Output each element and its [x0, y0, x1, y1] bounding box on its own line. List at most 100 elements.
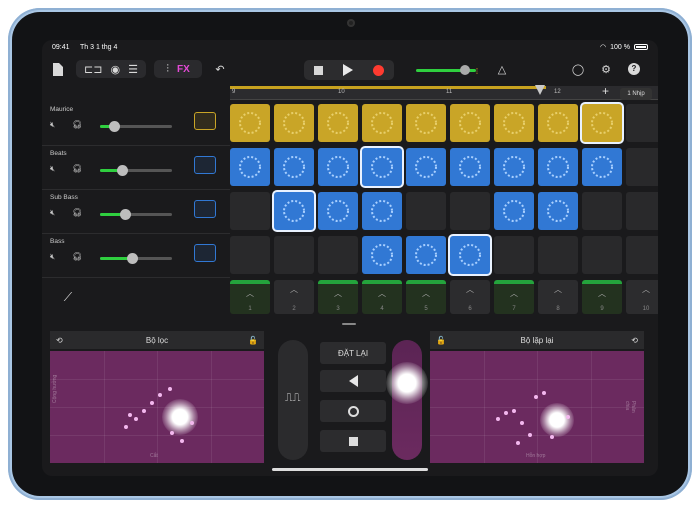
metronome-icon[interactable]: △	[494, 60, 510, 78]
column-trigger[interactable]: ︿ 4	[362, 280, 402, 314]
loop-cell[interactable]	[538, 192, 578, 230]
loop-cell[interactable]	[274, 148, 314, 186]
loop-cell[interactable]	[318, 104, 358, 142]
loop-cell[interactable]	[362, 104, 402, 142]
lock-icon[interactable]: 🔓	[436, 336, 446, 345]
track-header[interactable]: Sub Bass 🔇︎ 🎧︎	[42, 190, 230, 234]
column-trigger[interactable]: ︿ 1	[230, 280, 270, 314]
loop-cell[interactable]	[626, 104, 658, 142]
mute-icon[interactable]: 🔇︎	[50, 252, 55, 262]
loop-cell[interactable]	[450, 192, 490, 230]
mixer-icon[interactable]: ⫶	[166, 63, 169, 76]
lock-icon[interactable]: 🔓	[248, 336, 258, 345]
loop-cell[interactable]	[626, 148, 658, 186]
loop-cell[interactable]	[230, 104, 270, 142]
loop-cell[interactable]	[362, 192, 402, 230]
loop-cell[interactable]	[538, 104, 578, 142]
loop-cell[interactable]	[494, 236, 534, 274]
record-button[interactable]	[373, 64, 384, 76]
reverse-button[interactable]	[320, 370, 386, 392]
instrument-icon[interactable]	[194, 244, 216, 262]
loop-cell[interactable]	[450, 104, 490, 142]
loop-cell[interactable]	[274, 236, 314, 274]
loop-cell[interactable]	[626, 192, 658, 230]
loop-cell[interactable]	[230, 192, 270, 230]
loop-cell[interactable]	[538, 148, 578, 186]
stop-fx-button[interactable]	[320, 430, 386, 452]
loop-cell[interactable]	[582, 104, 622, 142]
column-trigger[interactable]: ︿ 7	[494, 280, 534, 314]
solo-headphones-icon[interactable]: 🎧︎	[72, 208, 82, 217]
track-header[interactable]: Bass 🔇︎ 🎧︎	[42, 234, 230, 278]
loop-cell[interactable]	[318, 192, 358, 230]
fx-button[interactable]: FX	[177, 64, 190, 75]
loop-cell[interactable]	[406, 236, 446, 274]
column-trigger[interactable]: ︿ 3	[318, 280, 358, 314]
loop-cell[interactable]	[494, 192, 534, 230]
downsampler-strip[interactable]	[386, 340, 428, 460]
loop-cell[interactable]	[362, 148, 402, 186]
loop-cell[interactable]	[582, 192, 622, 230]
track-volume-slider[interactable]	[100, 121, 172, 132]
instrument-icon[interactable]	[194, 112, 216, 130]
column-trigger[interactable]: ︿ 2	[274, 280, 314, 314]
live-loops-icon[interactable]: ☰	[128, 63, 138, 76]
reset-button[interactable]: ĐẶT LẠI	[320, 342, 386, 364]
mute-icon[interactable]: 🔇︎	[50, 164, 55, 174]
loop-cell[interactable]	[230, 236, 270, 274]
loop-cell[interactable]	[538, 236, 578, 274]
instrument-icon[interactable]	[194, 200, 216, 218]
cycle-region[interactable]	[230, 86, 546, 89]
track-volume-slider[interactable]	[100, 165, 172, 176]
loop-cell[interactable]	[274, 192, 314, 230]
loop-cell[interactable]	[450, 148, 490, 186]
scratch-button[interactable]	[320, 400, 386, 422]
track-header[interactable]: Beats 🔇︎ 🎧︎	[42, 146, 230, 190]
loop-cell[interactable]	[494, 104, 534, 142]
mute-icon[interactable]: 🔇︎	[50, 120, 55, 130]
solo-headphones-icon[interactable]: 🎧︎	[72, 120, 82, 129]
loop-cell[interactable]	[230, 148, 270, 186]
loop-cell[interactable]	[318, 236, 358, 274]
record-fx-icon[interactable]: ⟲	[56, 336, 63, 345]
column-trigger[interactable]: ︿ 6	[450, 280, 490, 314]
gate-strip[interactable]: ⎍⎍	[278, 340, 308, 460]
loop-browser-icon[interactable]: ◯	[570, 60, 586, 78]
loop-cell[interactable]	[582, 236, 622, 274]
loop-cell[interactable]	[626, 236, 658, 274]
mute-icon[interactable]: 🔇︎	[50, 208, 55, 218]
column-trigger[interactable]: ︿ 5	[406, 280, 446, 314]
section-length[interactable]: 1 Nhịp	[620, 88, 652, 100]
stop-button[interactable]	[314, 65, 323, 75]
play-button[interactable]	[343, 64, 353, 76]
loop-cell[interactable]	[274, 104, 314, 142]
repeater-xy-pad[interactable]: Phân chia Hỗn hợp	[430, 351, 644, 463]
solo-headphones-icon[interactable]: 🎧︎	[72, 252, 82, 261]
loop-cell[interactable]	[450, 236, 490, 274]
record-fx-icon[interactable]: ⟲	[631, 336, 638, 345]
playhead[interactable]	[535, 85, 545, 95]
my-songs-icon[interactable]	[50, 60, 66, 78]
solo-headphones-icon[interactable]: 🎧︎	[72, 164, 82, 173]
track-volume-slider[interactable]	[100, 209, 172, 220]
master-volume-knob[interactable]	[460, 65, 470, 75]
column-trigger[interactable]: ︿ 10	[626, 280, 658, 314]
loop-cell[interactable]	[406, 148, 446, 186]
loop-cell[interactable]	[406, 104, 446, 142]
track-volume-slider[interactable]	[100, 253, 172, 264]
track-header[interactable]: Maurice 🔇︎ 🎧︎	[42, 102, 230, 146]
loop-cell[interactable]	[318, 148, 358, 186]
column-trigger[interactable]: ︿ 9	[582, 280, 622, 314]
undo-icon[interactable]: ↶	[212, 60, 228, 78]
loop-cell[interactable]	[582, 148, 622, 186]
settings-icon[interactable]: ⚙	[598, 60, 614, 78]
add-section-button[interactable]: +	[602, 84, 609, 98]
filter-xy-pad[interactable]: Cộng hưởng Cắt	[50, 351, 264, 463]
tracks-view-icon[interactable]: ◉	[110, 63, 120, 76]
panel-resize-handle[interactable]	[342, 323, 356, 325]
loop-cell[interactable]	[362, 236, 402, 274]
instrument-icon[interactable]	[194, 156, 216, 174]
stop-cells-icon[interactable]: ⟋	[60, 288, 76, 306]
loop-cell[interactable]	[494, 148, 534, 186]
column-trigger[interactable]: ︿ 8	[538, 280, 578, 314]
